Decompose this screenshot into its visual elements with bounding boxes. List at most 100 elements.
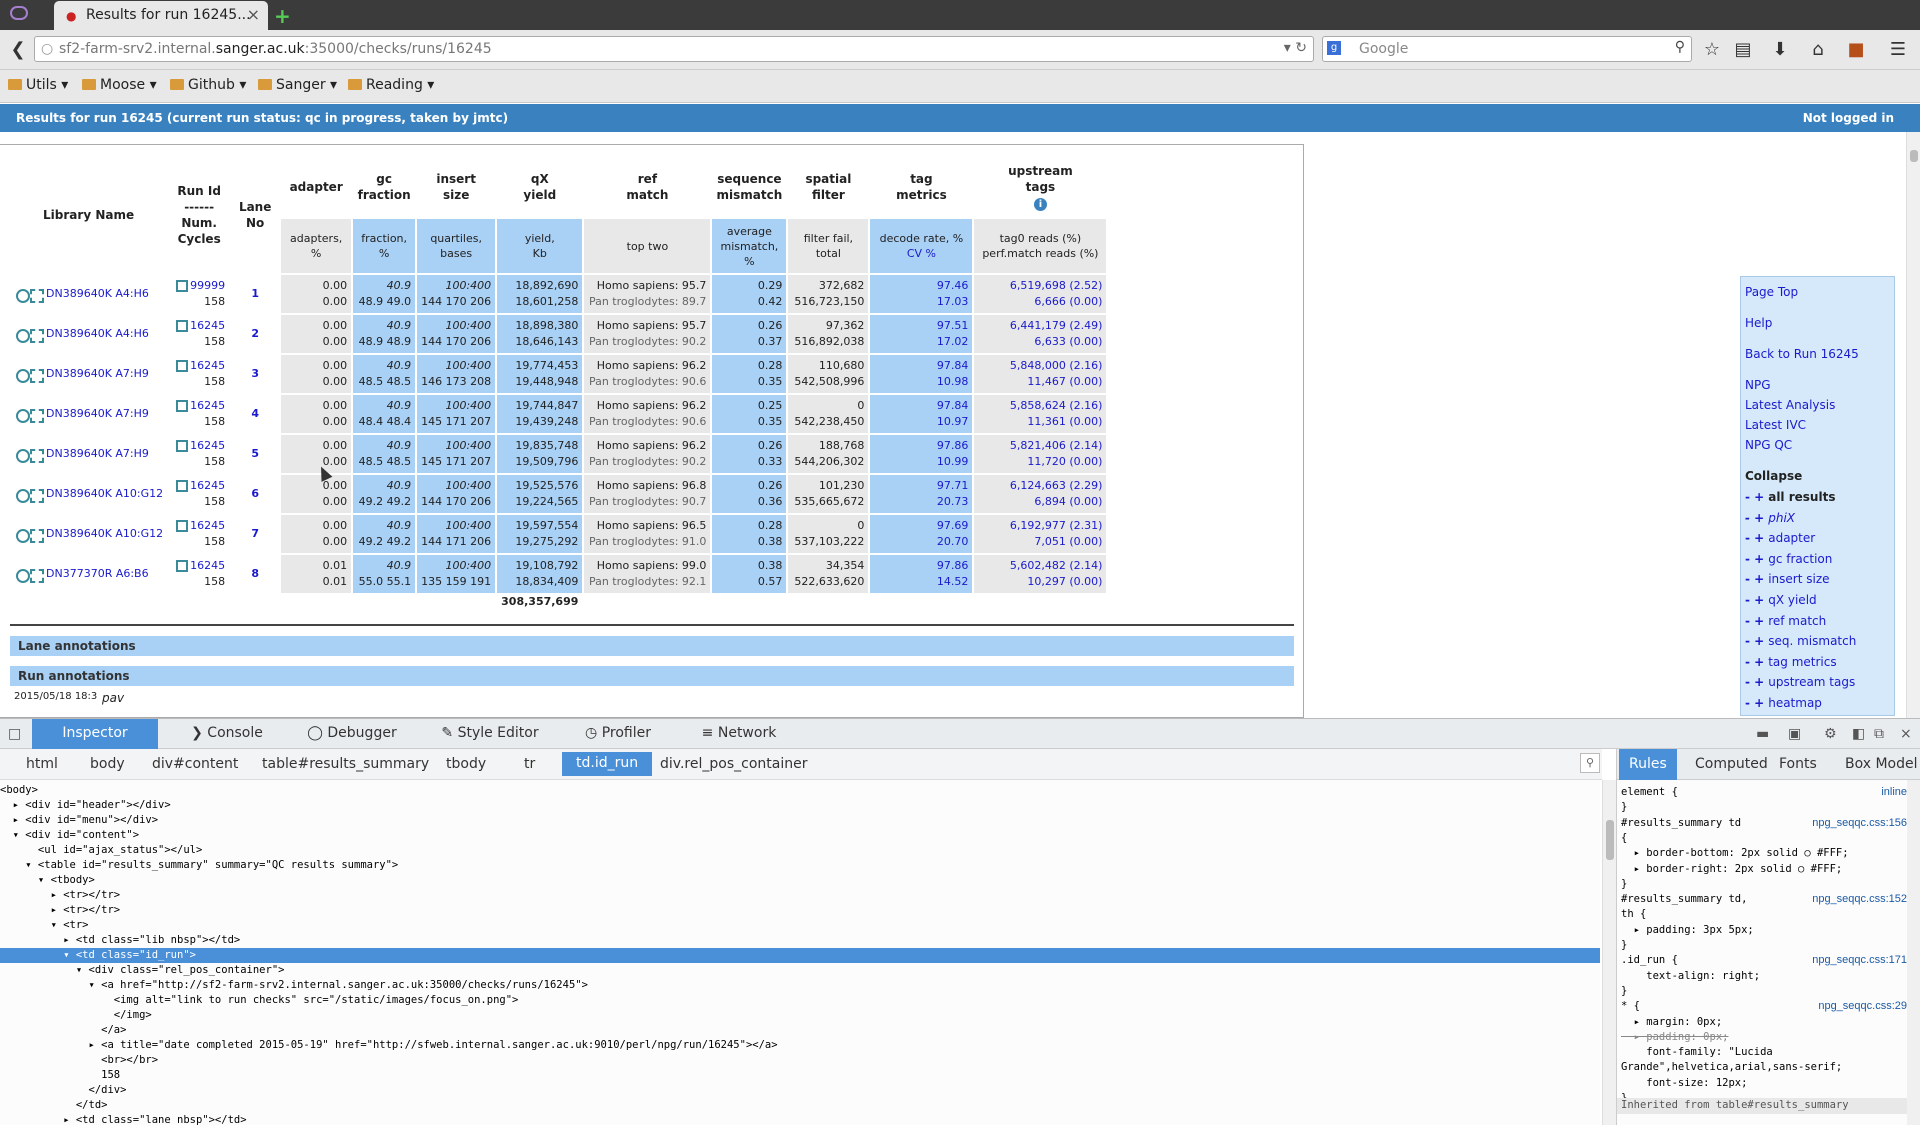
markup-line[interactable]: <ul id="ajax_status"></ul> [0,843,1600,858]
info-icon[interactable]: i [1033,197,1047,211]
rule-source-link[interactable]: npg_seqqc.css:152 [1812,892,1907,906]
lane-link[interactable]: 6 [235,486,275,502]
collapse-toggle[interactable]: - + [1745,511,1764,525]
crumb-div-rel-pos[interactable]: div.rel_pos_container [660,756,807,772]
markup-line[interactable]: <br></br> [0,1053,1600,1068]
markup-line[interactable]: </td> [0,1098,1600,1113]
crumb-html[interactable]: html [26,756,58,772]
library-link[interactable]: DN389640K A7:H9 [46,407,149,420]
menu-latest-analysis[interactable]: Latest Analysis [1745,398,1835,412]
collapse-item[interactable]: - + adapter [1745,531,1815,545]
pick-element-icon[interactable]: □ [8,726,21,742]
crumb-table[interactable]: table#results_summary [262,756,429,772]
markup-line[interactable]: ▸ <td class="lib nbsp"></td> [0,933,1600,948]
markup-line[interactable]: ▸ <tr></tr> [0,903,1600,918]
bookmark-folder-github[interactable]: Github ▾ [170,77,246,93]
markup-line[interactable]: <body> [0,783,1600,798]
library-link[interactable]: DN389640K A7:H9 [46,447,149,460]
run-focus-icon[interactable] [176,520,189,532]
run-link[interactable]: 16245 [190,439,225,452]
library-link[interactable]: DN389640K A7:H9 [46,367,149,380]
lane-link[interactable]: 7 [235,526,275,542]
crumb-tr[interactable]: tr [524,756,535,772]
back-icon[interactable]: ❮ [4,36,32,64]
collapse-item[interactable]: - + seq. mismatch [1745,634,1856,648]
bookmark-folder-moose[interactable]: Moose ▾ [82,77,157,93]
collapse-toggle[interactable]: - + [1745,552,1764,566]
library-link[interactable]: DN389640K A4:H6 [46,327,149,340]
collapse-toggle[interactable]: - + [1745,593,1764,607]
collapse-item[interactable]: - + all results [1745,490,1835,504]
lane-link[interactable]: 8 [235,566,275,582]
tab-close-icon[interactable]: × [247,5,260,24]
collapse-item[interactable]: - + tag metrics [1745,655,1837,669]
collapse-toggle[interactable]: - + [1745,675,1764,689]
bookmark-folder-utils[interactable]: Utils ▾ [8,77,68,93]
bookmark-folder-sanger[interactable]: Sanger ▾ [258,77,337,93]
markup-line[interactable]: ▸ <tr></tr> [0,888,1600,903]
collapse-item[interactable]: - + gc fraction [1745,552,1832,566]
library-view-icon[interactable] [14,407,44,423]
run-focus-icon[interactable] [176,400,189,412]
run-link[interactable]: 99999 [190,279,225,292]
run-focus-icon[interactable] [176,560,189,572]
markup-line[interactable]: </img> [0,1008,1600,1023]
run-focus-icon[interactable] [176,360,189,372]
tab-console[interactable]: ❯ Console [172,719,282,749]
library-link[interactable]: DN389640K A10:G12 [46,487,163,500]
run-link[interactable]: 16245 [190,519,225,532]
tab-fonts[interactable]: Fonts [1779,749,1817,780]
rules-scrollbar[interactable] [1907,780,1920,1125]
library-view-icon[interactable] [14,487,44,503]
menu-back-to-run[interactable]: Back to Run 16245 [1745,347,1859,361]
crumb-tbody[interactable]: tbody [446,756,486,772]
settings-gear-icon[interactable]: ⚙ [1824,726,1837,742]
collapse-toggle[interactable]: - + [1745,634,1764,648]
markup-line[interactable]: <img alt="link to run checks" src="/stat… [0,993,1600,1008]
run-focus-icon[interactable] [176,480,189,492]
dock-side-icon[interactable]: ◧ [1852,726,1865,742]
collapse-toggle[interactable]: - + [1745,531,1764,545]
library-view-icon[interactable] [14,447,44,463]
collapse-item[interactable]: - + heatmap [1745,696,1822,710]
markup-line[interactable]: ▸ <td class="lane nbsp"></td> [0,1113,1600,1125]
collapse-toggle[interactable]: - + [1745,655,1764,669]
run-link[interactable]: 16245 [190,319,225,332]
crumb-td-id-run[interactable]: td.id_run [562,752,653,776]
library-view-icon[interactable] [14,287,44,303]
bookmark-folder-reading[interactable]: Reading ▾ [348,77,434,93]
lane-link[interactable]: 4 [235,406,275,422]
crumb-body[interactable]: body [90,756,125,772]
run-focus-icon[interactable] [176,280,189,292]
menu-npg-qc[interactable]: NPG QC [1745,438,1792,452]
crumb-div-content[interactable]: div#content [152,756,238,772]
download-icon[interactable]: ⬇ [1766,36,1794,64]
markup-line[interactable]: ▸ <div id="menu"></div> [0,813,1600,828]
collapse-item[interactable]: - + upstream tags [1745,675,1855,689]
markup-line[interactable]: ▾ <a href="http://sf2-farm-srv2.internal… [0,978,1600,993]
collapse-toggle[interactable]: - + [1745,572,1764,586]
lane-link[interactable]: 3 [235,366,275,382]
markup-line[interactable]: </a> [0,1023,1600,1038]
markup-line[interactable]: </div> [0,1083,1600,1098]
lane-link[interactable]: 2 [235,326,275,342]
library-view-icon[interactable] [14,567,44,583]
library-link[interactable]: DN377370R A6:B6 [46,567,149,580]
markup-line[interactable]: ▸ <div id="header"></div> [0,798,1600,813]
rule-source-link[interactable]: npg_seqqc.css:29 [1818,999,1907,1013]
markup-view[interactable]: <body> ▸ <div id="header"></div> ▸ <div … [0,780,1600,1125]
lane-link[interactable]: 1 [235,286,275,302]
menu-latest-ivc[interactable]: Latest IVC [1745,418,1806,432]
reading-list-icon[interactable]: ▤ [1729,36,1757,64]
library-link[interactable]: DN389640K A4:H6 [46,287,149,300]
run-link[interactable]: 16245 [190,359,225,372]
markup-line[interactable]: ▾ <td class="id_run"> [0,948,1600,963]
search-icon[interactable]: ⚲ [1675,39,1685,55]
run-focus-icon[interactable] [176,440,189,452]
home-icon[interactable]: ⌂ [1804,36,1832,64]
collapse-item[interactable]: - + qX yield [1745,593,1817,607]
collapse-item[interactable]: - + ref match [1745,614,1826,628]
menu-page-top[interactable]: Page Top [1745,285,1798,299]
markup-line[interactable]: 158 [0,1068,1600,1083]
addon-icon[interactable]: ■ [1842,36,1870,64]
